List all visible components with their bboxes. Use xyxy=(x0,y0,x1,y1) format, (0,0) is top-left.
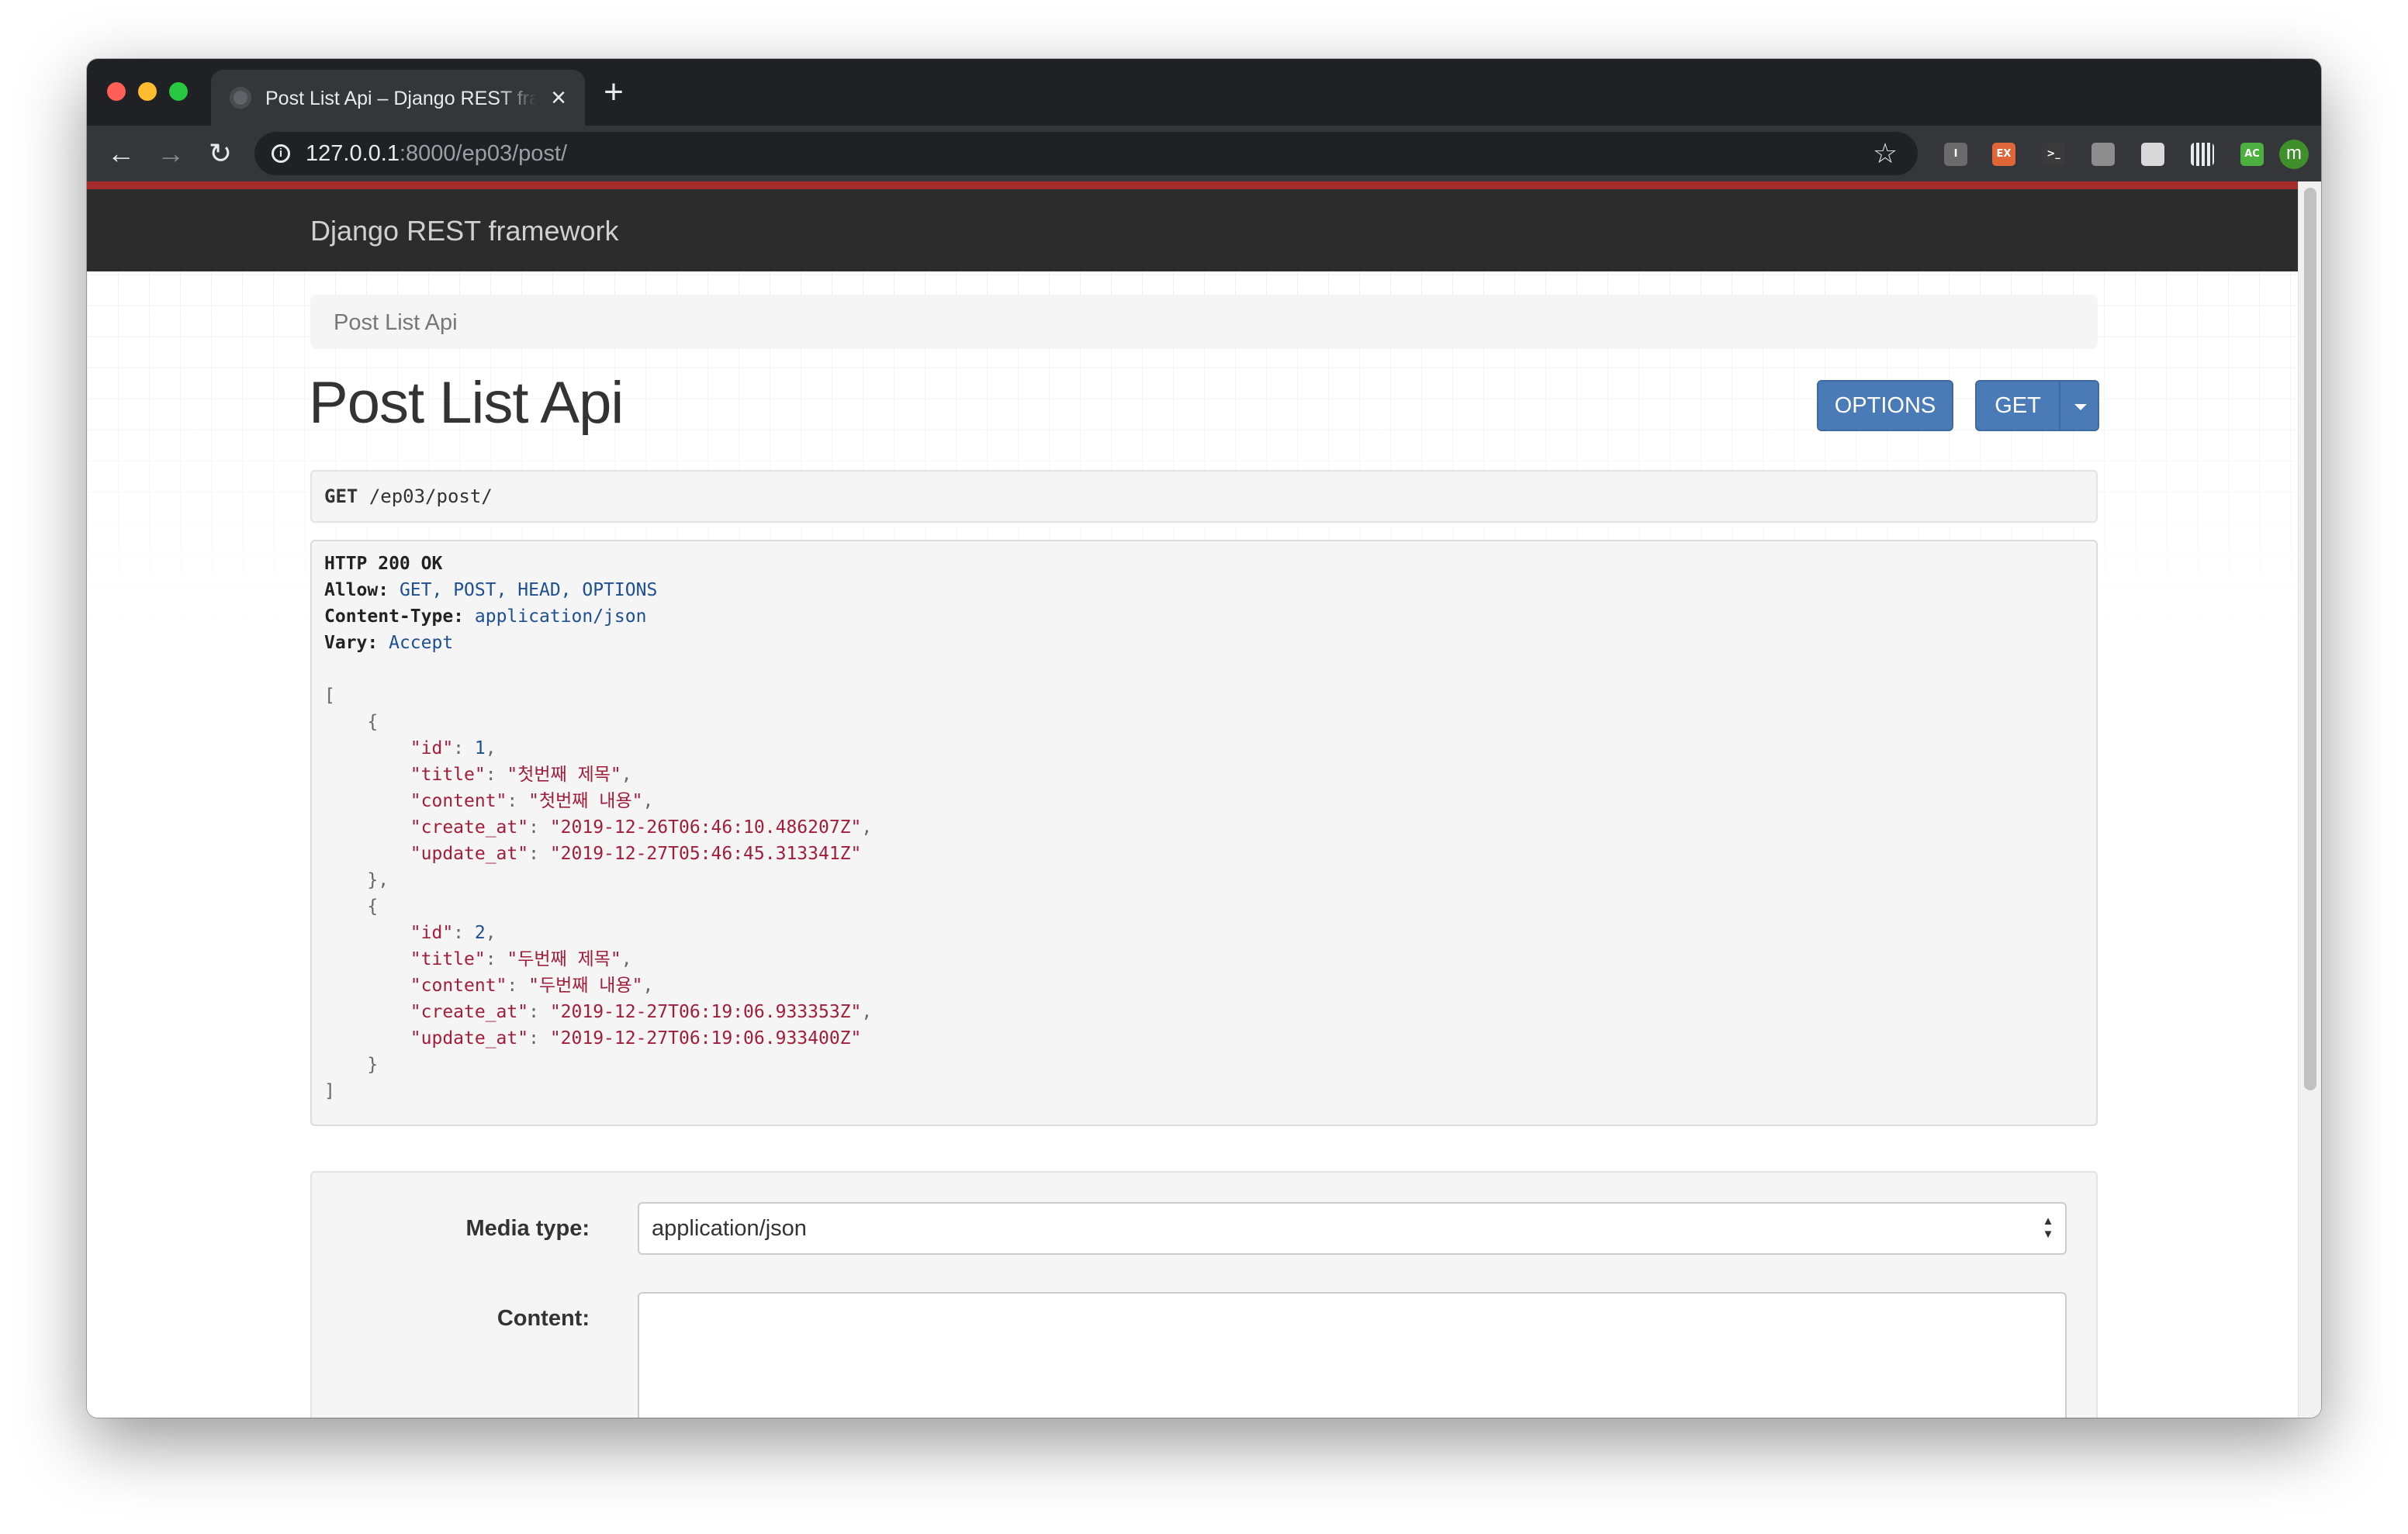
browser-toolbar: ← → ↻ i 127.0.0.1:8000/ep03/post/ ☆ I EX… xyxy=(87,126,2321,181)
plus-icon[interactable]: + xyxy=(596,74,631,110)
zoom-window-button[interactable] xyxy=(169,82,188,101)
header-value: GET, POST, HEAD, OPTIONS xyxy=(399,580,658,600)
media-type-select[interactable]: application/json ▲ ▼ xyxy=(638,1202,2067,1255)
request-info: GET /ep03/post/ xyxy=(310,470,2098,523)
content-textarea[interactable] xyxy=(638,1292,2067,1418)
json-bracket: [ xyxy=(324,686,335,706)
request-method: GET xyxy=(324,485,358,507)
post-update-at: "2019-12-27T06:19:06.933400Z" xyxy=(549,1028,862,1049)
json-field: "update_at": "2019-12-27T06:19:06.933400… xyxy=(410,1028,862,1049)
header-row: Allow: GET, POST, HEAD, OPTIONS xyxy=(324,577,657,603)
response-status: HTTP 200 OK xyxy=(324,554,443,574)
header-value: Accept xyxy=(389,633,454,653)
media-type-value: application/json xyxy=(652,1216,807,1241)
header-value: application/json xyxy=(474,606,647,627)
media-type-label: Media type: xyxy=(465,1216,590,1241)
post-content: "두번째 내용" xyxy=(528,976,643,996)
post-id: 1 xyxy=(474,738,486,758)
response-info: HTTP 200 OK Allow: GET, POST, HEAD, OPTI… xyxy=(310,540,2098,1126)
post-id: 2 xyxy=(474,923,486,943)
post-create-at: "2019-12-27T06:19:06.933353Z" xyxy=(549,1002,862,1022)
post-create-at: "2019-12-26T06:46:10.486207Z" xyxy=(549,817,862,838)
tab-strip: Post List Api – Django REST framework × … xyxy=(87,59,2321,126)
brand-link[interactable]: Django REST framework xyxy=(310,214,618,248)
json-field: "title": "두번째 제목", xyxy=(410,949,632,969)
get-button[interactable]: GET xyxy=(1975,380,2060,431)
header-row: Content-Type: application/json xyxy=(324,603,646,630)
tab-title: Post List Api – Django REST framework xyxy=(265,88,537,109)
tab-active[interactable]: Post List Api – Django REST framework × xyxy=(211,70,585,126)
format-dropdown-button[interactable] xyxy=(2059,380,2099,431)
json-brace: { xyxy=(324,712,379,732)
json-field: "id": 1, xyxy=(410,738,496,758)
avatar[interactable]: m xyxy=(2279,140,2309,169)
header-row: Vary: Accept xyxy=(324,630,453,656)
select-arrows-icon: ▲ ▼ xyxy=(2042,1214,2054,1241)
url-host: 127.0.0.1 xyxy=(306,141,400,166)
close-icon[interactable]: × xyxy=(545,84,573,112)
reload-icon[interactable]: ↻ xyxy=(203,136,237,171)
post-title: "두번째 제목" xyxy=(507,949,621,969)
accent-bar xyxy=(87,181,2298,189)
json-field: "update_at": "2019-12-27T05:46:45.313341… xyxy=(410,844,862,864)
post-content: "첫번째 내용" xyxy=(528,791,643,811)
globe-icon xyxy=(230,87,251,109)
screen-extension-icon[interactable] xyxy=(2141,143,2164,166)
json-field: "id": 2, xyxy=(410,923,496,943)
request-path: /ep03/post/ xyxy=(368,485,493,507)
address-bar[interactable]: i 127.0.0.1:8000/ep03/post/ ☆ xyxy=(254,132,1918,175)
barcode-extension-icon[interactable] xyxy=(2191,143,2214,166)
content-label: Content: xyxy=(496,1306,590,1331)
page-viewport: Django REST framework Post List Api Post… xyxy=(87,181,2321,1418)
json-bracket: ] xyxy=(324,1081,335,1101)
post-title: "첫번째 제목" xyxy=(507,765,621,785)
raw-data-form: Media type: application/json ▲ ▼ Content: xyxy=(310,1171,2098,1418)
post-update-at: "2019-12-27T05:46:45.313341Z" xyxy=(549,844,862,864)
extension-icon[interactable]: EX xyxy=(1992,143,2015,166)
star-icon[interactable]: ☆ xyxy=(1870,138,1901,169)
header-key: Allow: xyxy=(324,580,389,600)
json-brace: }, xyxy=(324,870,389,890)
scrollbar-thumb[interactable] xyxy=(2304,188,2316,1090)
info-icon[interactable]: i xyxy=(272,144,290,163)
url-text[interactable]: 127.0.0.1:8000/ep03/post/ xyxy=(306,140,567,168)
breadcrumb-item[interactable]: Post List Api xyxy=(334,309,458,337)
minimize-window-button[interactable] xyxy=(138,82,157,101)
forward-arrow-icon[interactable]: → xyxy=(154,136,188,171)
options-button[interactable]: OPTIONS xyxy=(1817,380,1953,431)
breadcrumb: Post List Api xyxy=(310,295,2098,349)
navbar: Django REST framework xyxy=(87,189,2298,271)
json-field: "create_at": "2019-12-26T06:46:10.486207… xyxy=(410,817,873,838)
browser-window: Post List Api – Django REST framework × … xyxy=(87,59,2321,1418)
extension-icon[interactable]: I xyxy=(1944,143,1967,166)
json-field: "content": "두번째 내용", xyxy=(410,976,654,996)
json-field: "content": "첫번째 내용", xyxy=(410,791,654,811)
header-key: Content-Type: xyxy=(324,606,465,627)
terminal-extension-icon[interactable]: >_ xyxy=(2042,143,2065,166)
json-field: "create_at": "2019-12-27T06:19:06.933353… xyxy=(410,1002,873,1022)
json-brace: } xyxy=(324,1055,379,1075)
pen-extension-icon[interactable] xyxy=(2091,143,2115,166)
header-key: Vary: xyxy=(324,633,379,653)
url-path: :8000/ep03/post/ xyxy=(399,141,568,166)
close-window-button[interactable] xyxy=(107,82,126,101)
json-brace: { xyxy=(324,897,379,917)
back-arrow-icon[interactable]: ← xyxy=(104,136,138,171)
extension-icon[interactable]: AC xyxy=(2240,143,2264,166)
page-title: Post List Api xyxy=(309,370,624,436)
json-field: "title": "첫번째 제목", xyxy=(410,765,632,785)
caret-down-icon xyxy=(2074,404,2087,410)
